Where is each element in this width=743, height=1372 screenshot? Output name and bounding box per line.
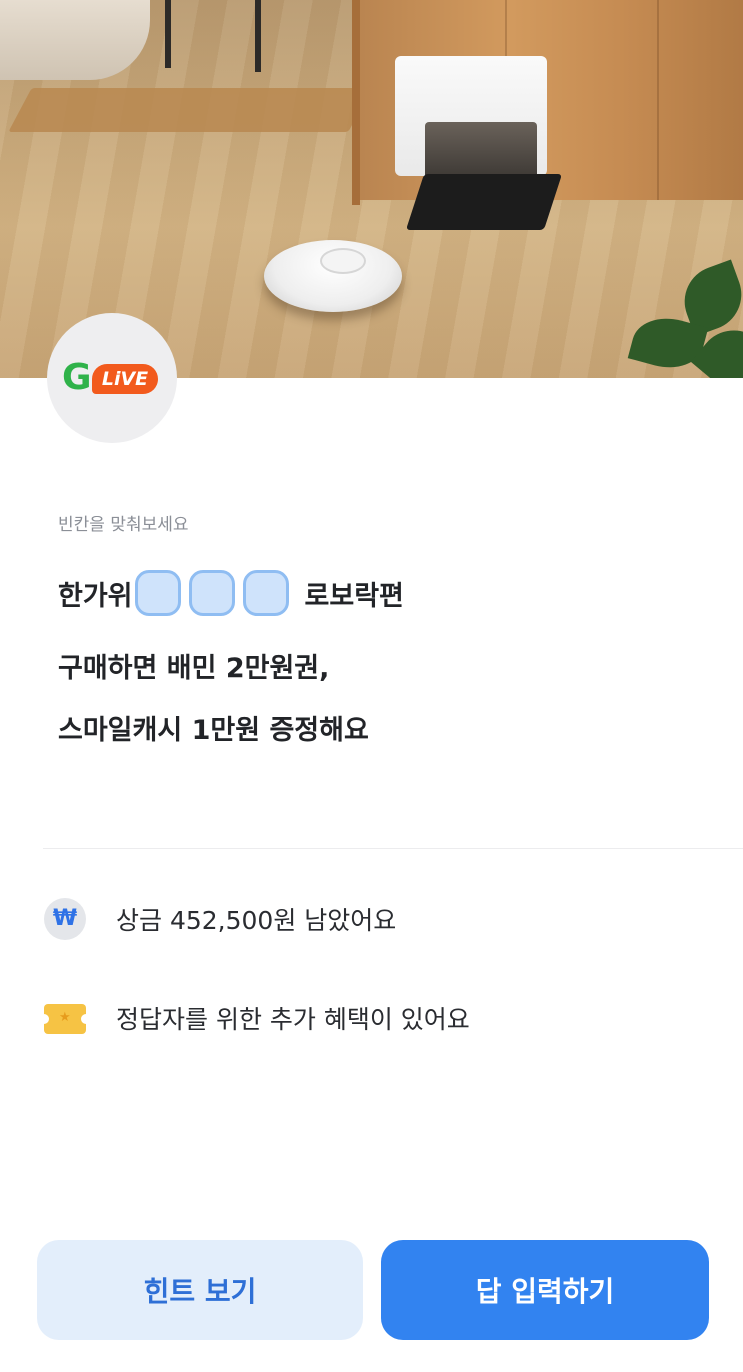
quiz-line-2: 구매하면 배민 2만원권, (58, 652, 330, 684)
answer-button-label: 답 입력하기 (475, 1275, 615, 1308)
hint-button[interactable]: 힌트 보기 (37, 1240, 363, 1340)
won-icon: ₩ (44, 898, 86, 940)
glive-logo: G LiVE (62, 358, 162, 398)
quiz-page: G LiVE 빈칸을 맞춰보세요 한가위 로보락편 구매하면 배민 2만원권, … (0, 0, 743, 1372)
logo-g-letter: G (62, 357, 92, 398)
answer-blanks (134, 570, 297, 616)
robot-vacuum (264, 240, 402, 312)
chair-leg (165, 0, 171, 68)
quiz-line-1: 한가위 로보락편 (58, 568, 404, 618)
section-divider (43, 848, 743, 849)
quiz-line-1-prefix: 한가위 (58, 580, 133, 612)
ticket-icon: ★ (39, 1004, 91, 1034)
quiz-instruction: 빈칸을 맞춰보세요 (58, 515, 189, 535)
logo-live-badge: LiVE (92, 364, 158, 394)
rug-shape (8, 88, 372, 132)
quiz-line-1-suffix: 로보락편 (304, 580, 404, 612)
robot-lidar (320, 248, 366, 274)
answer-input-button[interactable]: 답 입력하기 (381, 1240, 709, 1340)
benefit-row: ★ 정답자를 위한 추가 혜택이 있어요 (39, 1000, 470, 1036)
prize-row: ₩ 상금 452,500원 남았어요 (44, 898, 396, 940)
benefit-text: 정답자를 위한 추가 혜택이 있어요 (116, 1005, 470, 1034)
dock-base (405, 174, 563, 230)
dock-window (425, 122, 537, 182)
answer-blank (134, 570, 181, 616)
glive-logo-badge: G LiVE (47, 313, 177, 443)
wall-edge (352, 0, 360, 205)
answer-blank (188, 570, 235, 616)
hint-button-label: 힌트 보기 (143, 1275, 257, 1308)
plant-leaves (613, 258, 743, 378)
quiz-line-3: 스마일캐시 1만원 증정해요 (58, 714, 369, 746)
prize-text: 상금 452,500원 남았어요 (116, 906, 397, 935)
docking-station (395, 56, 563, 230)
answer-blank (242, 570, 289, 616)
chair-leg (255, 0, 261, 72)
